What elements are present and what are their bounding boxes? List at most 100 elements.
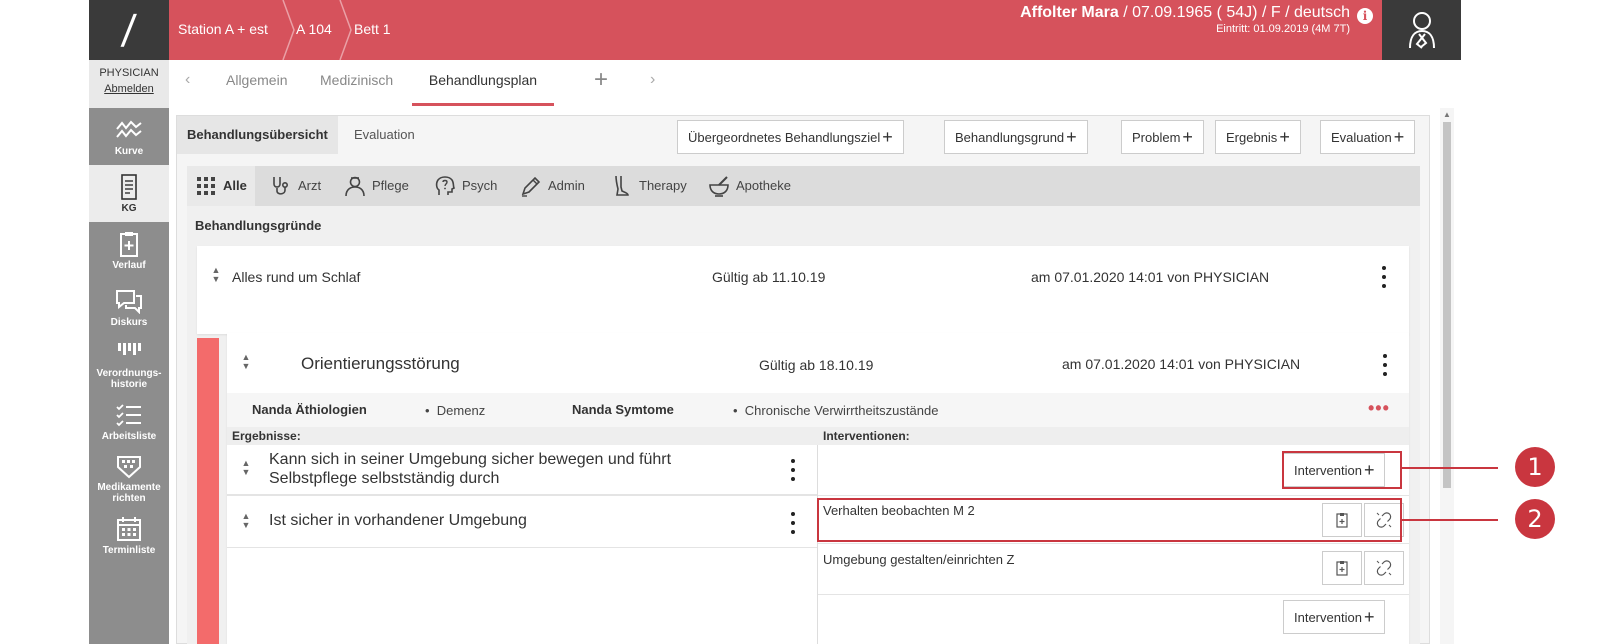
plus-icon: + (882, 127, 893, 147)
add-problem-button[interactable]: Problem + (1121, 120, 1204, 154)
filter-therapy[interactable]: Therapy (611, 166, 687, 206)
filter-alle[interactable]: Alle (187, 166, 255, 206)
callout-number-2: 2 (1515, 499, 1555, 539)
patient-details: / 07.09.1965 ( 54J) / F / deutsch (1118, 4, 1350, 21)
breadcrumb-room[interactable]: A 104 (296, 0, 332, 60)
add-result-button[interactable]: Ergebnis + (1215, 120, 1301, 154)
tab-medizinisch[interactable]: Medizinisch (320, 60, 393, 106)
add-parent-goal-button[interactable]: Übergeordnetes Behandlungsziel + (677, 120, 904, 154)
filter-label: Therapy (639, 178, 687, 193)
clipboard-plus-icon (120, 231, 138, 257)
filter-label: Admin (548, 178, 585, 193)
nav-item-diskurs[interactable]: Diskurs (89, 279, 169, 336)
filter-psych[interactable]: Psych (434, 166, 497, 206)
tabs-prev-icon[interactable]: ‹ (185, 60, 190, 106)
filter-apotheke[interactable]: Apotheke (708, 166, 791, 206)
add-evaluation-button[interactable]: Evaluation + (1320, 120, 1416, 154)
breadcrumb-bed[interactable]: Bett 1 (354, 0, 391, 60)
scrollbar-thumb[interactable] (1443, 122, 1451, 488)
highlight-box (1282, 451, 1402, 489)
info-icon[interactable]: i (1357, 8, 1373, 24)
interventions-label: Interventionen: (823, 429, 910, 443)
result-row[interactable]: ▲ ▼ Kann sich in seiner Umgebung sicher b… (227, 445, 817, 496)
filter-label: Psych (462, 178, 498, 193)
more-options-icon[interactable] (1381, 266, 1387, 288)
add-intervention-button[interactable]: Intervention + (1283, 600, 1386, 634)
reason-meta: am 07.01.2020 14:01 von PHYSICIAN (1031, 269, 1270, 285)
unlink-button[interactable] (1364, 551, 1404, 585)
problem-meta: am 07.01.2020 14:01 von PHYSICIAN (1062, 356, 1301, 372)
filter-arzt[interactable]: Arzt (270, 166, 321, 206)
tab-behandlungsplan[interactable]: Behandlungsplan (412, 60, 554, 106)
plus-icon: + (1182, 127, 1193, 147)
nav-item-verlauf[interactable]: Verlauf (89, 222, 169, 279)
user-box: PHYSICIAN Abmelden (89, 60, 169, 108)
treatment-reason-card[interactable]: ▲ ▼ Alles rund um Schlaf Gültig ab 11.10.… (197, 246, 1409, 334)
tab-allgemein[interactable]: Allgemein (226, 60, 287, 106)
nav-label: Terminliste (102, 544, 156, 556)
nav-item-terminliste[interactable]: Terminliste (89, 507, 169, 564)
result-text-line: Kann sich in seiner Umgebung sicher bewe… (269, 451, 672, 468)
button-label: Behandlungsgrund (955, 130, 1065, 145)
nav-item-kg[interactable]: KG (89, 165, 169, 222)
add-treatment-reason-button[interactable]: Behandlungsgrund + (944, 120, 1088, 154)
main-tabs: ‹ Allgemein Medizinisch Behandlungsplan … (169, 60, 1461, 106)
intervention-text: Umgebung gestalten/einrichten Z (823, 552, 1015, 567)
chat-bubbles-icon (116, 289, 142, 314)
subtab-evaluation[interactable]: Evaluation (344, 116, 425, 154)
app-logo[interactable]: / (89, 0, 169, 60)
discipline-filter-bar: Alle Arzt Pflege Psych Admin Therapy Apo… (187, 166, 1420, 206)
treatment-plan-panel: Behandlungsübersicht Evaluation Übergeor… (176, 115, 1430, 644)
mortar-icon (709, 176, 729, 197)
nav-item-kurve[interactable]: Kurve (89, 108, 169, 165)
breadcrumb-station[interactable]: Station A + est (178, 0, 268, 60)
button-label: Problem (1132, 130, 1181, 145)
filter-admin[interactable]: Admin (520, 166, 585, 206)
nurse-icon (345, 176, 365, 197)
intervention-add-row: Intervention + (818, 596, 1409, 644)
grid-icon (197, 177, 215, 195)
nav-item-medikamente-richten[interactable]: Medikamente richten (89, 450, 169, 507)
broken-link-icon (1376, 560, 1392, 576)
sort-handle-icon[interactable]: ▲ ▼ (241, 353, 251, 375)
sort-handle-icon[interactable]: ▲ ▼ (241, 459, 251, 481)
result-row[interactable]: ▲ ▼ Ist sicher in vorhandener Umgebung (227, 498, 817, 548)
filter-label: Apotheke (736, 178, 791, 193)
add-tab-icon[interactable]: + (594, 60, 608, 106)
more-options-icon[interactable] (790, 512, 796, 534)
sort-handle-icon[interactable]: ▲ ▼ (241, 512, 251, 534)
subtab-behandlungsuebersicht[interactable]: Behandlungsübersicht (177, 116, 338, 154)
filter-pflege[interactable]: Pflege (344, 166, 409, 206)
application-window: / PHYSICIAN Abmelden Kurve KG Verlauf Di… (89, 0, 1490, 644)
user-role: PHYSICIAN (99, 67, 159, 79)
chart-wave-icon (116, 120, 142, 138)
clipboard-button[interactable] (1322, 551, 1362, 585)
more-nanda-icon[interactable]: ••• (1368, 398, 1390, 419)
nav-item-verordnungshistorie[interactable]: Verordnungs- historie (89, 336, 169, 393)
sort-handle-icon[interactable]: ▲ ▼ (211, 266, 221, 288)
nav-item-arbeitsliste[interactable]: Arbeitsliste (89, 393, 169, 450)
button-label: Evaluation (1331, 130, 1392, 145)
highlight-box (817, 498, 1402, 542)
treatment-reasons-section: Behandlungsgründe ▲ ▼ Alles rund um Schla… (187, 206, 1420, 644)
reason-valid-from: Gültig ab 11.10.19 (712, 269, 826, 285)
problem-card: ▲ ▼ Orientierungsstörung Gültig ab 18.10.… (227, 333, 1409, 644)
plus-icon: + (1393, 127, 1405, 147)
more-options-icon[interactable] (790, 459, 796, 481)
intervention-row[interactable]: Umgebung gestalten/einrichten Z (818, 545, 1409, 595)
leg-icon (615, 175, 629, 196)
scrollbar[interactable]: ▲ (1440, 108, 1454, 644)
nanda-symptoms-label: Nanda Symtome (572, 402, 674, 417)
avatar-button[interactable] (1382, 0, 1461, 60)
document-icon (121, 173, 137, 200)
filter-label: Pflege (372, 178, 409, 193)
reason-title: Alles rund um Schlaf (232, 269, 361, 285)
nanda-aetiology-item: • Demenz (425, 403, 486, 418)
more-options-icon[interactable] (1382, 354, 1388, 376)
scroll-up-icon[interactable]: ▲ (1443, 110, 1451, 119)
results-label: Ergebnisse: (232, 429, 301, 443)
result-text-line: Selbstpflege selbstständig durch (269, 470, 500, 487)
logout-link[interactable]: Abmelden (89, 83, 169, 95)
tabs-next-icon[interactable]: › (650, 60, 655, 106)
results-interventions-header: Ergebnisse: Interventionen: (227, 427, 1409, 445)
